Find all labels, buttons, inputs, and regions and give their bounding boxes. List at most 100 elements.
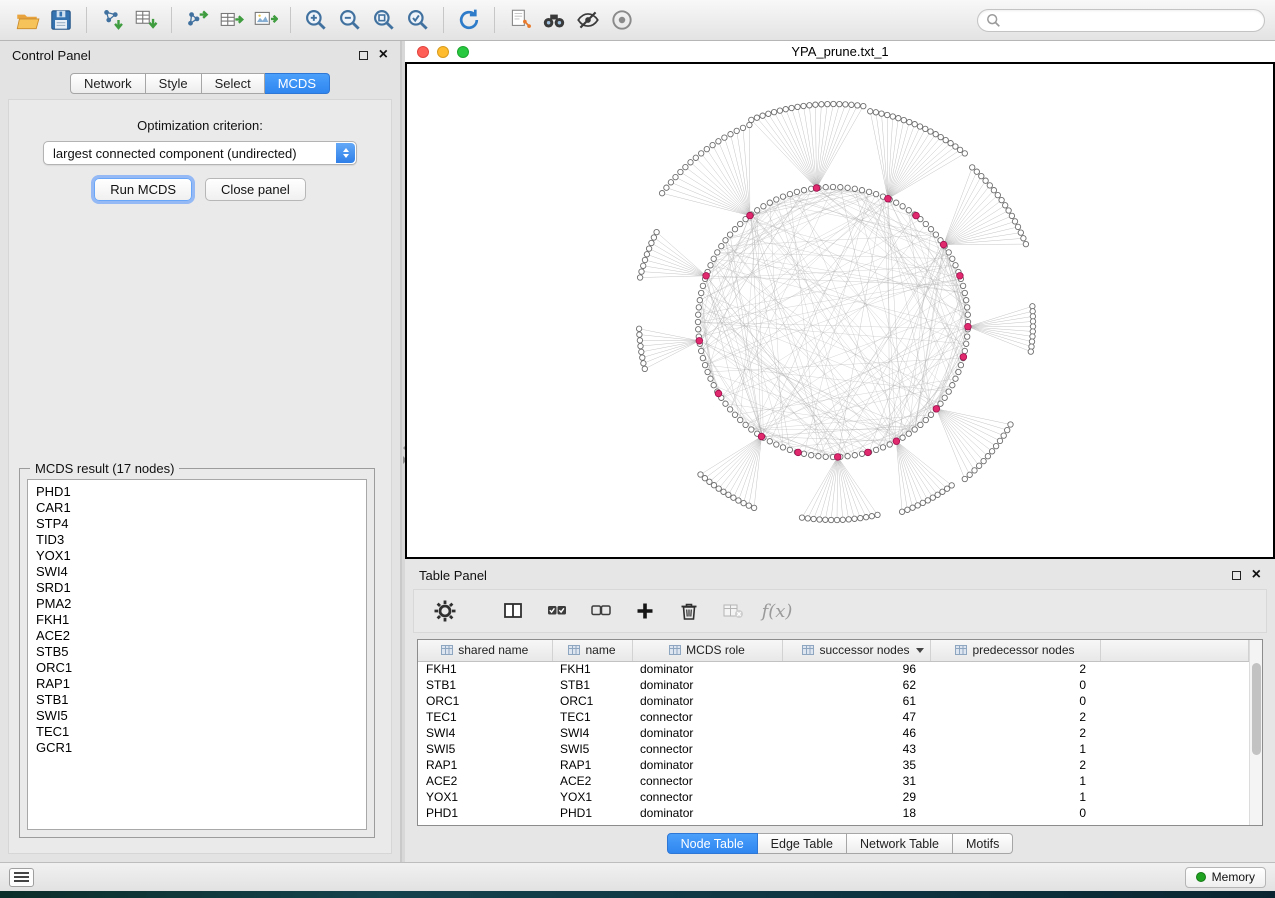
table-row[interactable]: STB1STB1dominator620	[418, 677, 1249, 693]
result-node-item[interactable]: YOX1	[28, 548, 366, 564]
cell-mcds-role[interactable]: connector	[632, 709, 782, 725]
cell-mcds-role[interactable]: dominator	[632, 693, 782, 709]
cell-name[interactable]: SWI4	[552, 725, 632, 741]
result-node-item[interactable]: STP4	[28, 516, 366, 532]
float-table-panel-icon[interactable]	[1232, 571, 1241, 580]
table-row[interactable]: TEC1TEC1connector472	[418, 709, 1249, 725]
cell-successor-nodes[interactable]: 31	[782, 773, 930, 789]
result-node-item[interactable]: FKH1	[28, 612, 366, 628]
column-header-shared-name[interactable]: shared name	[418, 640, 552, 661]
cell-name[interactable]: RAP1	[552, 757, 632, 773]
table-row[interactable]: ORC1ORC1dominator610	[418, 693, 1249, 709]
cell-shared-name[interactable]: PHD1	[418, 805, 552, 821]
tab-network-table[interactable]: Network Table	[847, 833, 953, 854]
create-column-button[interactable]	[630, 596, 660, 626]
cell-mcds-role[interactable]: connector	[632, 773, 782, 789]
tab-mcds[interactable]: MCDS	[265, 73, 330, 94]
column-header-predecessor-nodes[interactable]: predecessor nodes	[930, 640, 1100, 661]
minimize-window-icon[interactable]	[437, 46, 449, 58]
cell-name[interactable]: FKH1	[552, 661, 632, 677]
export-as-web-page-button[interactable]	[503, 4, 537, 36]
import-network-from-file-button[interactable]	[95, 4, 129, 36]
network-canvas[interactable]	[407, 64, 1273, 557]
cell-successor-nodes[interactable]: 29	[782, 789, 930, 805]
search-box[interactable]	[977, 9, 1265, 32]
table-row[interactable]: RAP1RAP1dominator352	[418, 757, 1249, 773]
save-session-button[interactable]	[44, 4, 78, 36]
result-node-item[interactable]: SRD1	[28, 580, 366, 596]
show-columns-button[interactable]	[498, 596, 528, 626]
cell-predecessor-nodes[interactable]: 2	[930, 725, 1100, 741]
tab-style[interactable]: Style	[146, 73, 202, 94]
zoom-fit-content-button[interactable]	[367, 4, 401, 36]
cell-shared-name[interactable]: RAP1	[418, 757, 552, 773]
result-node-item[interactable]: TID3	[28, 532, 366, 548]
cell-successor-nodes[interactable]: 35	[782, 757, 930, 773]
export-image-button[interactable]	[248, 4, 282, 36]
table-row[interactable]: PHD1PHD1dominator180	[418, 805, 1249, 821]
cell-name[interactable]: SWI5	[552, 741, 632, 757]
mcds-result-list[interactable]: PHD1CAR1STP4TID3YOX1SWI4SRD1PMA2FKH1ACE2…	[27, 479, 367, 830]
result-node-item[interactable]: GCR1	[28, 740, 366, 756]
search-input[interactable]	[1007, 13, 1256, 27]
close-table-panel-icon[interactable]: ×	[1252, 567, 1261, 583]
cell-mcds-role[interactable]: dominator	[632, 757, 782, 773]
memory-button[interactable]: Memory	[1185, 867, 1266, 888]
zoom-selected-button[interactable]	[401, 4, 435, 36]
optimization-criterion-select[interactable]: largest connected component (undirected)	[43, 141, 357, 165]
show-network-overview-button[interactable]	[605, 4, 639, 36]
cell-name[interactable]: TEC1	[552, 709, 632, 725]
tab-node-table[interactable]: Node Table	[667, 833, 758, 854]
cell-predecessor-nodes[interactable]: 0	[930, 677, 1100, 693]
result-node-item[interactable]: PMA2	[28, 596, 366, 612]
cell-predecessor-nodes[interactable]: 2	[930, 709, 1100, 725]
float-panel-icon[interactable]	[359, 51, 368, 60]
result-node-item[interactable]: TEC1	[28, 724, 366, 740]
table-scrollbar[interactable]	[1249, 640, 1262, 825]
maximize-window-icon[interactable]	[457, 46, 469, 58]
result-node-item[interactable]: ORC1	[28, 660, 366, 676]
table-row[interactable]: YOX1YOX1connector291	[418, 789, 1249, 805]
import-table-from-file-button[interactable]	[129, 4, 163, 36]
cell-predecessor-nodes[interactable]: 2	[930, 661, 1100, 677]
column-header-name[interactable]: name	[552, 640, 632, 661]
cell-name[interactable]: ORC1	[552, 693, 632, 709]
result-node-item[interactable]: STB5	[28, 644, 366, 660]
result-node-item[interactable]: ACE2	[28, 628, 366, 644]
cell-shared-name[interactable]: TEC1	[418, 709, 552, 725]
cell-mcds-role[interactable]: connector	[632, 789, 782, 805]
network-view[interactable]	[405, 62, 1275, 559]
table-settings-button[interactable]	[430, 596, 460, 626]
cell-shared-name[interactable]: ORC1	[418, 693, 552, 709]
cell-mcds-role[interactable]: dominator	[632, 725, 782, 741]
tab-motifs[interactable]: Motifs	[953, 833, 1013, 854]
cell-mcds-role[interactable]: dominator	[632, 661, 782, 677]
result-node-item[interactable]: SWI5	[28, 708, 366, 724]
cell-name[interactable]: STB1	[552, 677, 632, 693]
table-row[interactable]: ACE2ACE2connector311	[418, 773, 1249, 789]
tab-edge-table[interactable]: Edge Table	[758, 833, 847, 854]
result-node-item[interactable]: PHD1	[28, 484, 366, 500]
cell-successor-nodes[interactable]: 43	[782, 741, 930, 757]
chevron-down-icon[interactable]	[916, 648, 924, 653]
cell-shared-name[interactable]: SWI5	[418, 741, 552, 757]
cell-name[interactable]: PHD1	[552, 805, 632, 821]
column-header-successor-nodes[interactable]: successor nodes	[782, 640, 930, 661]
cell-successor-nodes[interactable]: 18	[782, 805, 930, 821]
close-panel-icon[interactable]: ×	[379, 47, 388, 63]
menu-list-icon[interactable]	[9, 868, 34, 887]
run-mcds-button[interactable]: Run MCDS	[94, 178, 192, 201]
result-node-item[interactable]: SWI4	[28, 564, 366, 580]
zoom-out-button[interactable]	[333, 4, 367, 36]
cell-successor-nodes[interactable]: 96	[782, 661, 930, 677]
cell-predecessor-nodes[interactable]: 1	[930, 789, 1100, 805]
result-node-item[interactable]: STB1	[28, 692, 366, 708]
cell-shared-name[interactable]: ACE2	[418, 773, 552, 789]
table-row[interactable]: SWI5SWI5connector431	[418, 741, 1249, 757]
cell-successor-nodes[interactable]: 46	[782, 725, 930, 741]
cell-predecessor-nodes[interactable]: 1	[930, 773, 1100, 789]
cell-successor-nodes[interactable]: 62	[782, 677, 930, 693]
cell-successor-nodes[interactable]: 61	[782, 693, 930, 709]
export-network-button[interactable]	[180, 4, 214, 36]
cell-mcds-role[interactable]: dominator	[632, 805, 782, 821]
